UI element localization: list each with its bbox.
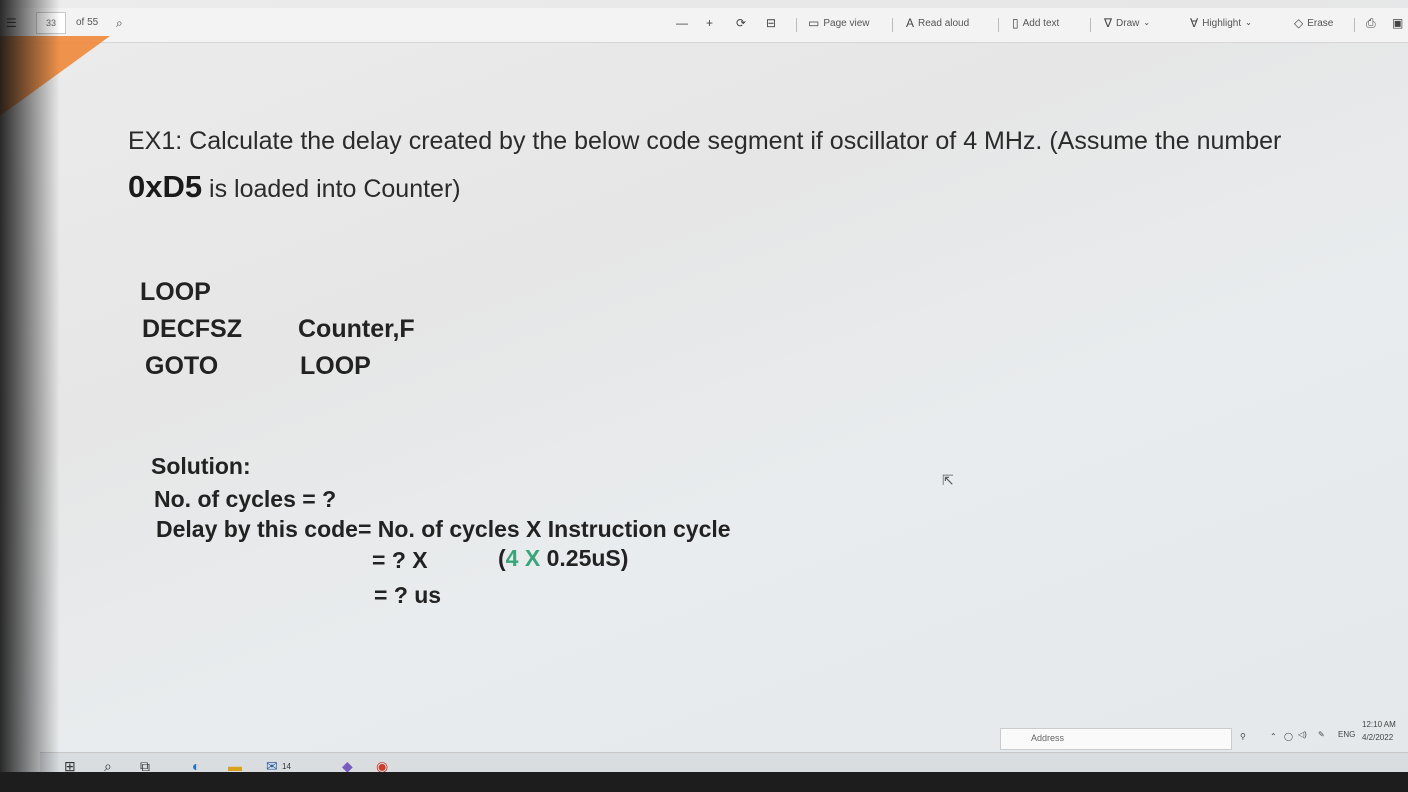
page-total: of 55: [76, 17, 99, 28]
rotate-icon[interactable]: ⟳: [736, 17, 746, 29]
clock-time[interactable]: 12:10 AM: [1362, 720, 1396, 729]
screen: ☰ 33 of 55 ⌕ — + ⟳ ⊟ ▭Page view ARead al…: [0, 0, 1408, 792]
erase-button[interactable]: ◇ Erase: [1294, 17, 1333, 29]
add-text-icon: ▯: [1012, 16, 1019, 30]
mail-badge: 14: [282, 762, 291, 771]
address-bar[interactable]: Address: [1000, 728, 1232, 750]
code-arg-1: Counter,F: [298, 315, 415, 343]
people-icon[interactable]: ⚲: [1240, 732, 1246, 741]
clock-date[interactable]: 4/2/2022: [1362, 733, 1393, 742]
monitor-bezel: [0, 772, 1408, 792]
counter-value: 0xD5: [128, 169, 203, 204]
pen-icon[interactable]: ✎: [1318, 730, 1325, 739]
page-view-icon: ▭: [808, 16, 820, 30]
screen-edge-shadow: [0, 0, 60, 792]
code-op-1: DECFSZ: [142, 315, 242, 343]
chevron-up-icon[interactable]: ⌃: [1270, 732, 1277, 741]
highlight-button[interactable]: ∀ Highlight ⌄: [1190, 17, 1252, 29]
solution-line-3b: (4 X 0.25uS): [498, 545, 629, 571]
volume-icon[interactable]: ◁): [1298, 730, 1307, 739]
print-icon[interactable]: ⎙: [1366, 17, 1376, 29]
eraser-icon: ◇: [1294, 16, 1304, 30]
zoom-out-button[interactable]: —: [676, 17, 688, 29]
draw-button[interactable]: ∇ Draw ⌄: [1104, 17, 1150, 29]
search-icon[interactable]: ⌕: [116, 17, 123, 29]
solution-line-2: Delay by this code= No. of cycles X Inst…: [156, 516, 731, 542]
zoom-in-button[interactable]: +: [706, 17, 713, 29]
add-text-button[interactable]: ▯ Add text: [1012, 17, 1059, 29]
save-icon[interactable]: ▣: [1392, 17, 1403, 29]
code-arg-2: LOOP: [300, 352, 371, 380]
solution-title: Solution:: [151, 453, 251, 479]
page-view-button[interactable]: ▭ Page view: [808, 17, 869, 29]
code-op-2: GOTO: [145, 352, 219, 380]
solution-line-3a: = ? X: [372, 547, 428, 573]
question-text: EX1: Calculate the delay created by the …: [128, 127, 1282, 204]
mouse-cursor-icon: ⇱: [942, 472, 954, 488]
fit-width-icon[interactable]: ⊟: [766, 17, 776, 29]
pdf-page: EX1: Calculate the delay created by the …: [0, 42, 1408, 722]
solution-line-4: = ? us: [374, 582, 442, 608]
solution-line-1: No. of cycles = ?: [154, 486, 337, 512]
read-aloud-button[interactable]: A Read aloud: [906, 17, 969, 29]
draw-icon: ∇: [1104, 16, 1113, 30]
pdf-toolbar: ☰ 33 of 55 ⌕ — + ⟳ ⊟ ▭Page view ARead al…: [0, 8, 1408, 43]
highlight-icon: ∀: [1190, 16, 1199, 30]
network-icon[interactable]: ◯: [1284, 732, 1293, 741]
code-label: LOOP: [140, 278, 211, 306]
read-aloud-icon: A: [906, 16, 915, 30]
language-indicator[interactable]: ENG: [1338, 730, 1355, 739]
